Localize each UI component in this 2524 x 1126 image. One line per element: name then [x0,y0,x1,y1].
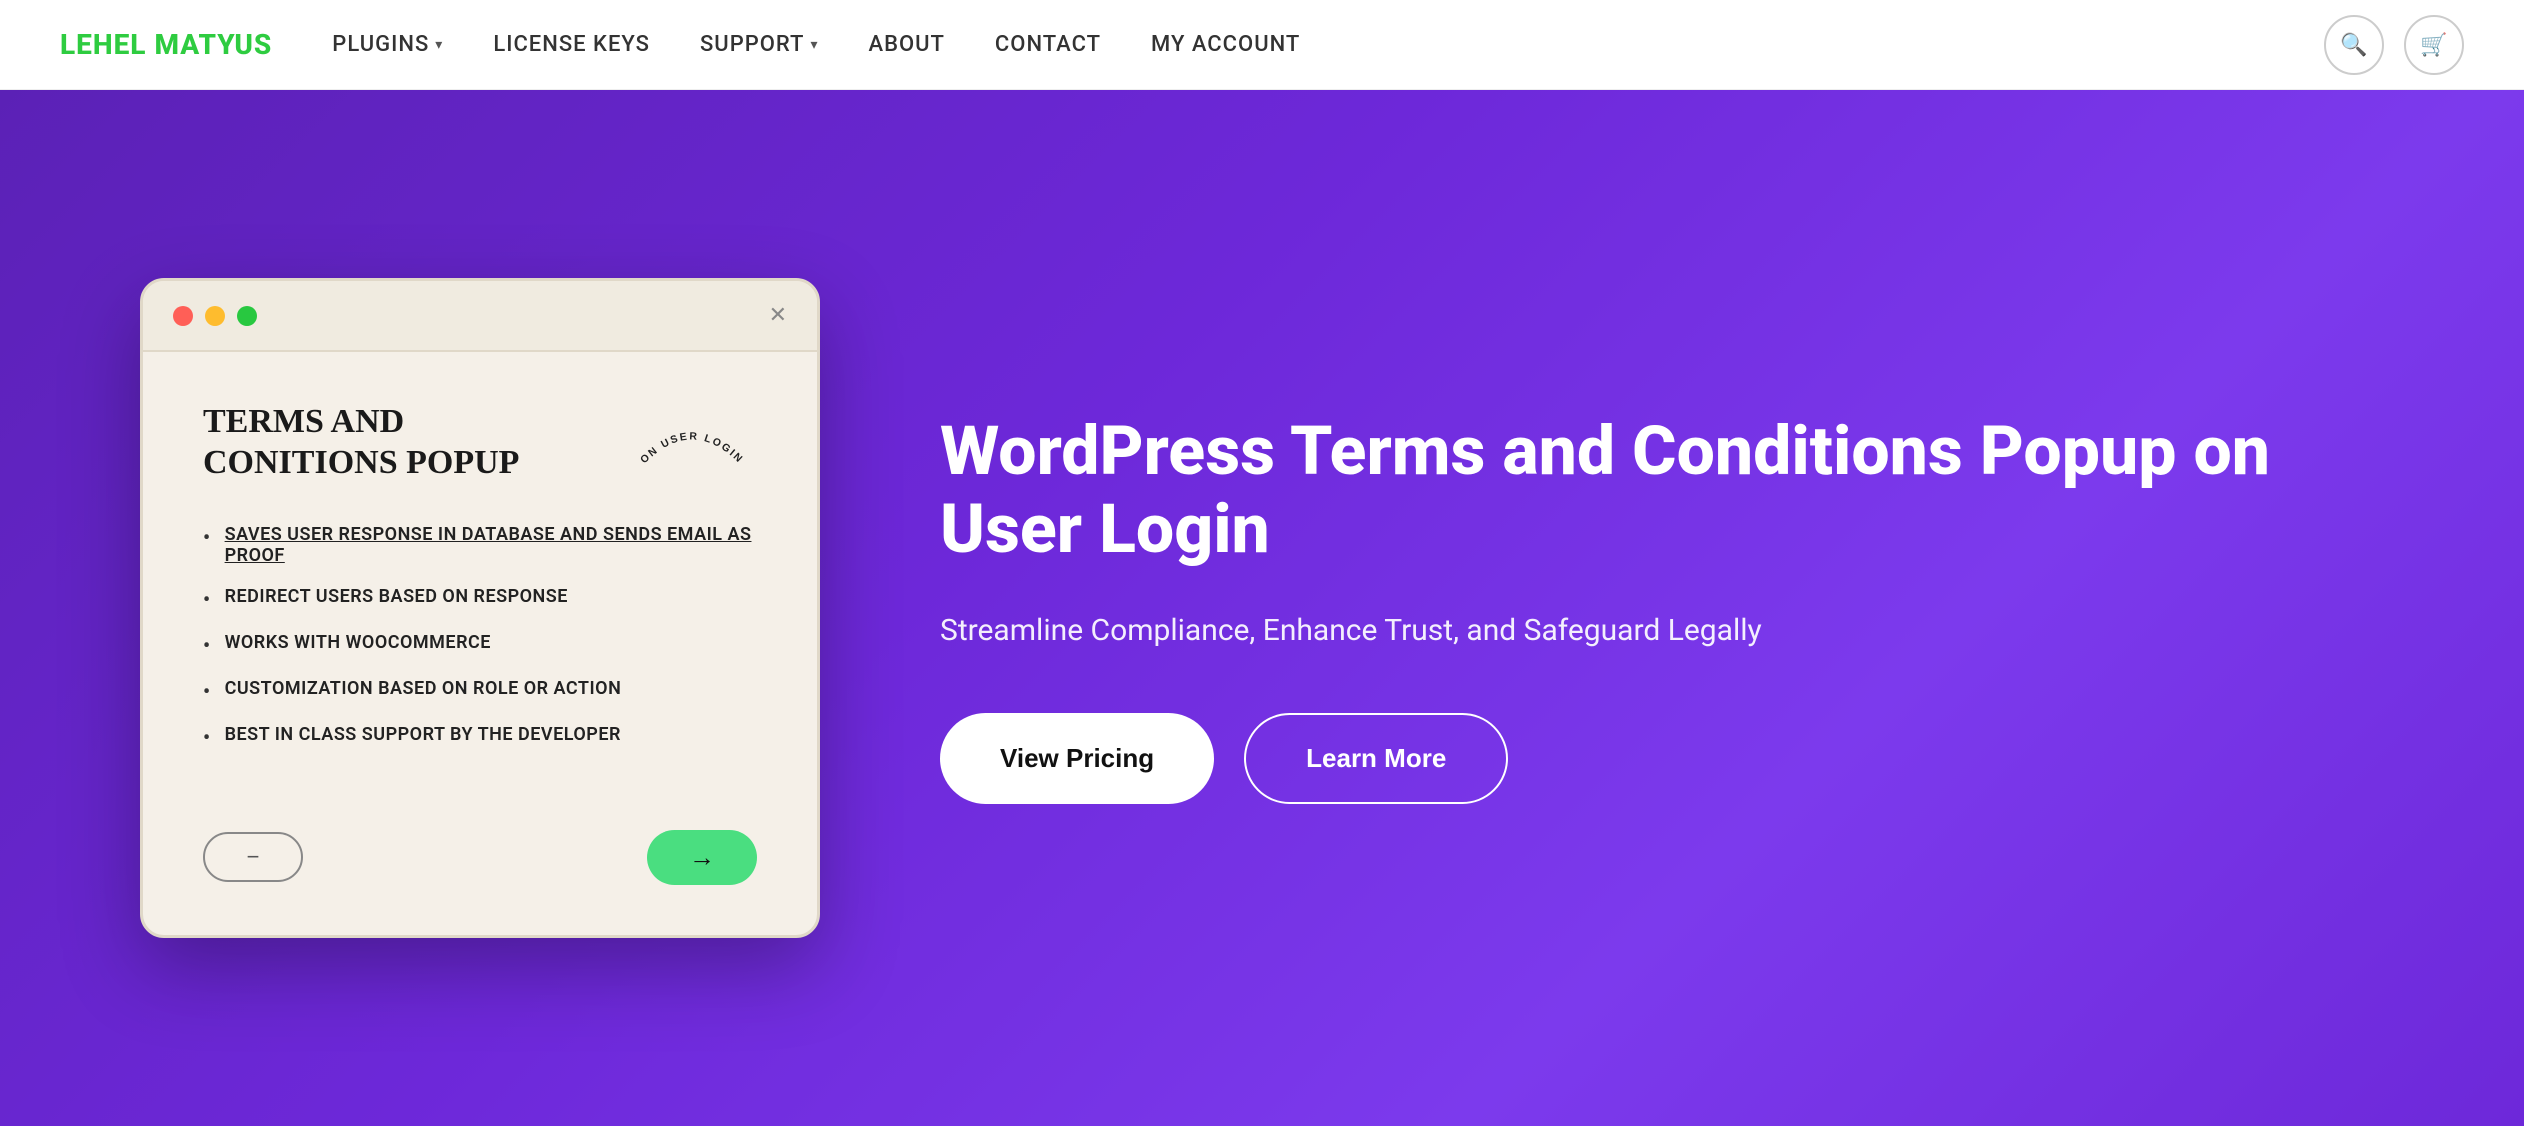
popup-mockup: ✕ TERMS AND CONITIONS POPUP ON USER LOGI… [140,278,820,938]
nav-menu: PLUGINS ▾ LICENSE KEYS SUPPORT ▾ ABOUT C… [332,32,2324,57]
arrow-icon: → [689,842,715,873]
nav-item-contact[interactable]: CONTACT [995,32,1101,57]
popup-title-wrap: TERMS AND CONITIONS POPUP ON USER LOGIN [203,402,757,484]
hero-title: WordPress Terms and Conditions Popup on … [940,412,2384,568]
nav-item-support[interactable]: SUPPORT ▾ [700,32,819,57]
popup-badge: ON USER LOGIN [627,402,757,482]
list-item: • BEST IN CLASS SUPPORT BY THE DEVELOPER [203,724,757,750]
close-icon[interactable]: ✕ [769,303,787,328]
hero-text: WordPress Terms and Conditions Popup on … [940,412,2384,804]
popup-titlebar: ✕ [143,281,817,352]
popup-dots [173,306,257,326]
hero-subtitle: Streamline Compliance, Enhance Trust, an… [940,608,2384,653]
navbar: LEHEL MATYUS PLUGINS ▾ LICENSE KEYS SUPP… [0,0,2524,90]
feature-text-1: SAVES USER RESPONSE IN DATABASE AND SEND… [225,524,757,566]
popup-footer: − → [143,800,817,935]
feature-text-4: CUSTOMIZATION BASED ON ROLE OR ACTION [225,678,622,699]
nav-label-contact: CONTACT [995,32,1101,57]
bullet-icon: • [203,524,211,550]
nav-label-plugins: PLUGINS [332,32,429,57]
cart-button[interactable]: 🛒 [2404,15,2464,75]
nav-label-about: ABOUT [868,32,944,57]
bullet-icon: • [203,678,211,704]
dot-yellow [205,306,225,326]
nav-item-plugins[interactable]: PLUGINS ▾ [332,32,443,57]
feature-text-5: BEST IN CLASS SUPPORT BY THE DEVELOPER [225,724,621,745]
bullet-icon: • [203,632,211,658]
bullet-icon: • [203,586,211,612]
nav-label-my-account: MY ACCOUNT [1151,32,1300,57]
arrow-button[interactable]: → [647,830,757,885]
list-item: • SAVES USER RESPONSE IN DATABASE AND SE… [203,524,757,566]
popup-body: TERMS AND CONITIONS POPUP ON USER LOGIN … [143,352,817,800]
cart-icon: 🛒 [2420,32,2447,58]
chevron-down-icon: ▾ [435,37,443,53]
list-item: • WORKS WITH WOOCOMMERCE [203,632,757,658]
feature-text-2: REDIRECT USERS BASED ON RESPONSE [225,586,568,607]
nav-label-license: LICENSE KEYS [493,32,650,57]
nav-item-my-account[interactable]: MY ACCOUNT [1151,32,1300,57]
bullet-icon: • [203,724,211,750]
learn-more-button[interactable]: Learn More [1244,713,1508,804]
brand-logo[interactable]: LEHEL MATYUS [60,28,272,61]
minus-button[interactable]: − [203,832,303,882]
dot-red [173,306,193,326]
nav-item-about[interactable]: ABOUT [868,32,944,57]
svg-text:ON USER LOGIN: ON USER LOGIN [638,431,746,467]
popup-features-list: • SAVES USER RESPONSE IN DATABASE AND SE… [203,524,757,750]
nav-item-license-keys[interactable]: LICENSE KEYS [493,32,650,57]
popup-title: TERMS AND CONITIONS POPUP [203,402,523,484]
minus-icon: − [247,844,260,870]
dot-green-mac [237,306,257,326]
list-item: • CUSTOMIZATION BASED ON ROLE OR ACTION [203,678,757,704]
search-icon: 🔍 [2340,32,2367,58]
hero-buttons: View Pricing Learn More [940,713,2384,804]
navbar-actions: 🔍 🛒 [2324,15,2464,75]
feature-text-3: WORKS WITH WOOCOMMERCE [225,632,491,653]
view-pricing-button[interactable]: View Pricing [940,713,1214,804]
search-button[interactable]: 🔍 [2324,15,2384,75]
chevron-down-icon-support: ▾ [810,37,818,53]
hero-section: ✕ TERMS AND CONITIONS POPUP ON USER LOGI… [0,90,2524,1126]
nav-label-support: SUPPORT [700,32,804,57]
list-item: • REDIRECT USERS BASED ON RESPONSE [203,586,757,612]
